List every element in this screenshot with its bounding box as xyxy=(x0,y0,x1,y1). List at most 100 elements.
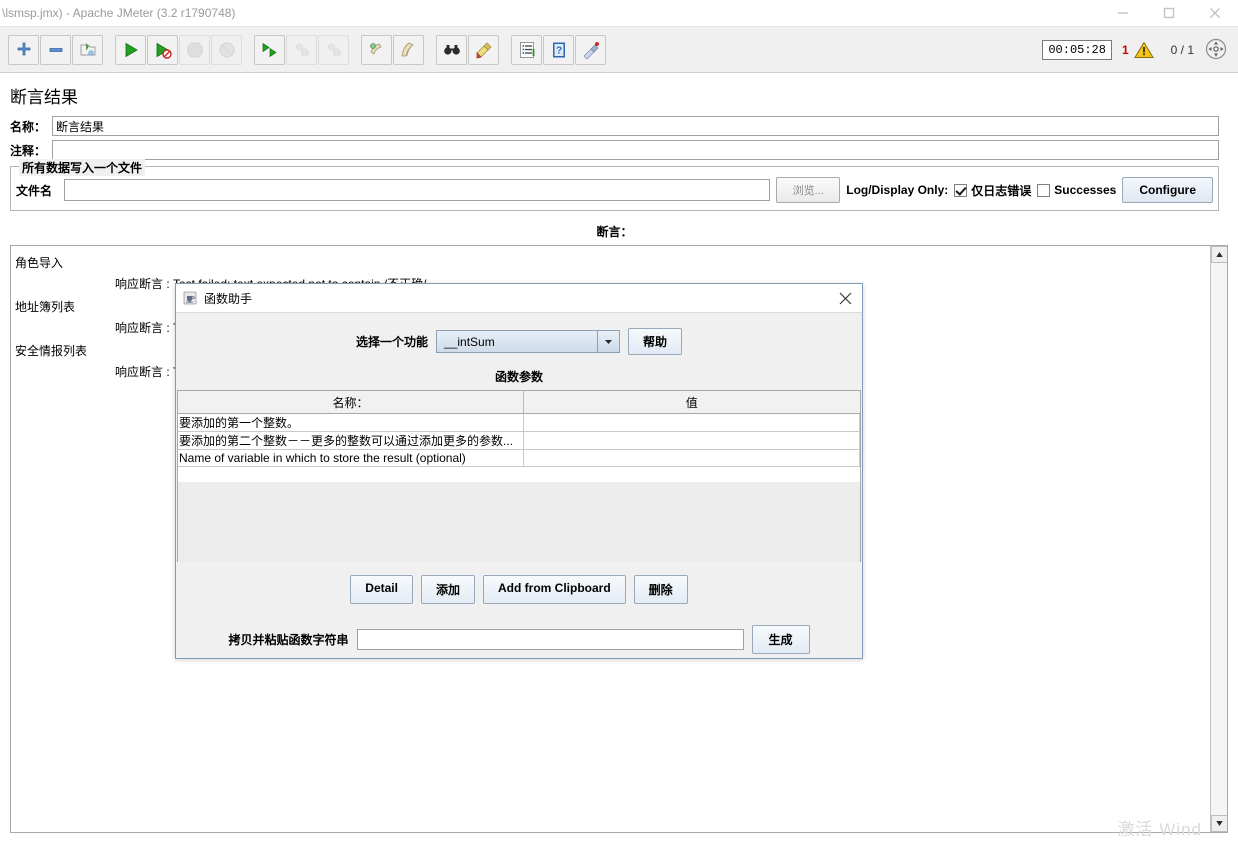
paste-function-input[interactable] xyxy=(356,629,744,650)
param-value-cell[interactable] xyxy=(523,413,860,432)
close-icon[interactable] xyxy=(834,287,856,309)
stop-icon xyxy=(179,34,210,65)
name-label: 名称： xyxy=(10,119,47,134)
assertions-header: 断言： xyxy=(596,225,633,239)
window-title: \lsmsp.jmx) - Apache JMeter (3.2 r179074… xyxy=(2,6,236,20)
dialog-title: 函数助手 xyxy=(204,291,253,306)
name-input[interactable] xyxy=(52,116,1219,136)
toolbar-status: 00:05:28 1 0 / 1 xyxy=(1042,27,1228,73)
successes-checkbox[interactable] xyxy=(1037,183,1051,197)
browse-button[interactable]: 浏览... xyxy=(776,177,841,203)
add-button[interactable]: 添加 xyxy=(420,575,475,604)
help-icon[interactable]: ? xyxy=(543,34,574,65)
active-thread-count: 0 / 1 xyxy=(1170,43,1194,57)
function-parameters-caption: 函数参数 xyxy=(494,370,543,384)
toolbar-group-file xyxy=(8,34,104,65)
write-all-data-legend: 所有数据写入一个文件 xyxy=(19,159,146,176)
generate-button[interactable]: 生成 xyxy=(751,625,810,654)
title-bar: \lsmsp.jmx) - Apache JMeter (3.2 r179074… xyxy=(0,0,1238,27)
filename-row: 文件名 浏览... Log/Display Only: 仅日志错误 Succes… xyxy=(16,177,1213,203)
chevron-down-icon[interactable] xyxy=(597,331,619,352)
function-select-label: 选择一个功能 xyxy=(355,335,428,349)
paste-function-label: 拷贝并粘贴函数字符串 xyxy=(228,633,349,647)
function-select-row: 选择一个功能 __intSum 帮助 xyxy=(176,313,862,364)
clear-all-icon[interactable] xyxy=(393,34,424,65)
toolbar: ? 00:05:28 1 0 / 1 xyxy=(0,27,1238,73)
close-button[interactable] xyxy=(1192,0,1238,26)
dialog-action-buttons: Detail 添加 Add from Clipboard 删除 xyxy=(176,562,862,604)
add-icon[interactable] xyxy=(8,34,39,65)
successes-label: Successes xyxy=(1054,183,1117,197)
clear-icon[interactable] xyxy=(361,34,392,65)
function-parameters-table: 名称： 值 要添加的第一个整数。 要添加的第二个整数－－更多的整数可以通过添加更… xyxy=(177,390,861,562)
vertical-scrollbar[interactable] xyxy=(1210,246,1227,832)
scroll-down-arrow-icon[interactable] xyxy=(1211,815,1227,832)
table-header-row: 名称： 值 xyxy=(178,391,860,414)
function-list-icon[interactable] xyxy=(511,34,542,65)
column-header-name: 名称： xyxy=(178,391,524,414)
filename-input[interactable] xyxy=(64,179,771,201)
comment-field-row: 注释： xyxy=(0,140,1238,160)
maximize-button[interactable] xyxy=(1146,0,1192,26)
reset-search-icon[interactable] xyxy=(468,34,499,65)
scroll-up-arrow-icon[interactable] xyxy=(1211,246,1227,263)
param-name-cell: Name of variable in which to store the r… xyxy=(178,449,524,467)
shutdown-icon xyxy=(211,34,242,65)
dialog-body: 选择一个功能 __intSum 帮助 函数参数 名称： 值 要添加的第一个整数。… xyxy=(176,313,862,654)
function-select-value: __intSum xyxy=(444,334,495,349)
elapsed-timer: 00:05:28 xyxy=(1042,40,1112,60)
toolbar-group-search xyxy=(436,34,500,65)
help-button[interactable]: 帮助 xyxy=(628,328,683,355)
add-from-clipboard-button[interactable]: Add from Clipboard xyxy=(483,575,626,604)
param-value-cell[interactable] xyxy=(523,431,860,450)
minimize-button[interactable] xyxy=(1100,0,1146,26)
window-controls xyxy=(1100,0,1238,26)
warning-count: 1 xyxy=(1121,43,1129,57)
expand-icon[interactable] xyxy=(1204,37,1228,64)
log-display-only-label: Log/Display Only: xyxy=(846,183,949,197)
page-title: 断言结果 xyxy=(10,88,78,107)
start-icon[interactable] xyxy=(115,34,146,65)
delete-button[interactable]: 删除 xyxy=(633,575,688,604)
param-name-cell: 要添加的第二个整数－－更多的整数可以通过添加更多的参数... xyxy=(178,431,524,450)
svg-text:?: ? xyxy=(555,45,561,56)
function-helper-icon[interactable] xyxy=(575,34,606,65)
param-value-cell[interactable] xyxy=(523,449,860,467)
configure-button[interactable]: Configure xyxy=(1122,177,1213,203)
remote-start-all-icon[interactable] xyxy=(254,34,285,65)
filename-label: 文件名 xyxy=(16,183,53,198)
sampler-name: 角色导入 xyxy=(15,256,64,270)
function-select[interactable]: __intSum xyxy=(436,330,620,353)
toolbar-group-help: ? xyxy=(511,34,607,65)
function-helper-dialog: 函数助手 选择一个功能 __intSum 帮助 函数参数 名称： 值 要添加的第… xyxy=(175,283,863,659)
start-no-pauses-icon[interactable] xyxy=(147,34,178,65)
detail-button[interactable]: Detail xyxy=(350,575,413,604)
comment-label: 注释： xyxy=(10,143,47,158)
remote-stop-all-icon xyxy=(286,34,317,65)
toolbar-group-remote xyxy=(254,34,350,65)
toolbar-group-clear xyxy=(361,34,425,65)
table-row[interactable]: Name of variable in which to store the r… xyxy=(178,449,860,467)
dialog-title-bar: 函数助手 xyxy=(176,284,862,313)
column-header-value: 值 xyxy=(523,391,860,414)
table-empty-area xyxy=(178,482,860,562)
table-row[interactable]: 要添加的第一个整数。 xyxy=(178,413,860,432)
param-name-cell: 要添加的第一个整数。 xyxy=(178,413,524,432)
remote-shutdown-all-icon xyxy=(318,34,349,65)
comment-input[interactable] xyxy=(52,140,1219,160)
warning-triangle-icon xyxy=(1133,41,1154,58)
warning-indicator[interactable]: 1 xyxy=(1122,40,1155,60)
scrollbar-thumb[interactable] xyxy=(1211,263,1227,823)
remove-icon[interactable] xyxy=(40,34,71,65)
search-icon[interactable] xyxy=(436,34,467,65)
open-template-icon[interactable] xyxy=(72,34,103,65)
write-all-data-group: 所有数据写入一个文件 文件名 浏览... Log/Display Only: 仅… xyxy=(10,159,1219,211)
table-row[interactable]: 要添加的第二个整数－－更多的整数可以通过添加更多的参数... xyxy=(178,431,860,450)
paste-function-row: 拷贝并粘贴函数字符串 生成 xyxy=(176,604,862,654)
errors-only-checkbox[interactable] xyxy=(954,183,968,197)
toolbar-group-run xyxy=(115,34,243,65)
errors-only-checkbox-wrap[interactable]: 仅日志错误 xyxy=(954,182,1031,199)
errors-only-label: 仅日志错误 xyxy=(971,183,1032,198)
java-cup-icon xyxy=(183,291,197,305)
successes-checkbox-wrap[interactable]: Successes xyxy=(1037,183,1116,197)
